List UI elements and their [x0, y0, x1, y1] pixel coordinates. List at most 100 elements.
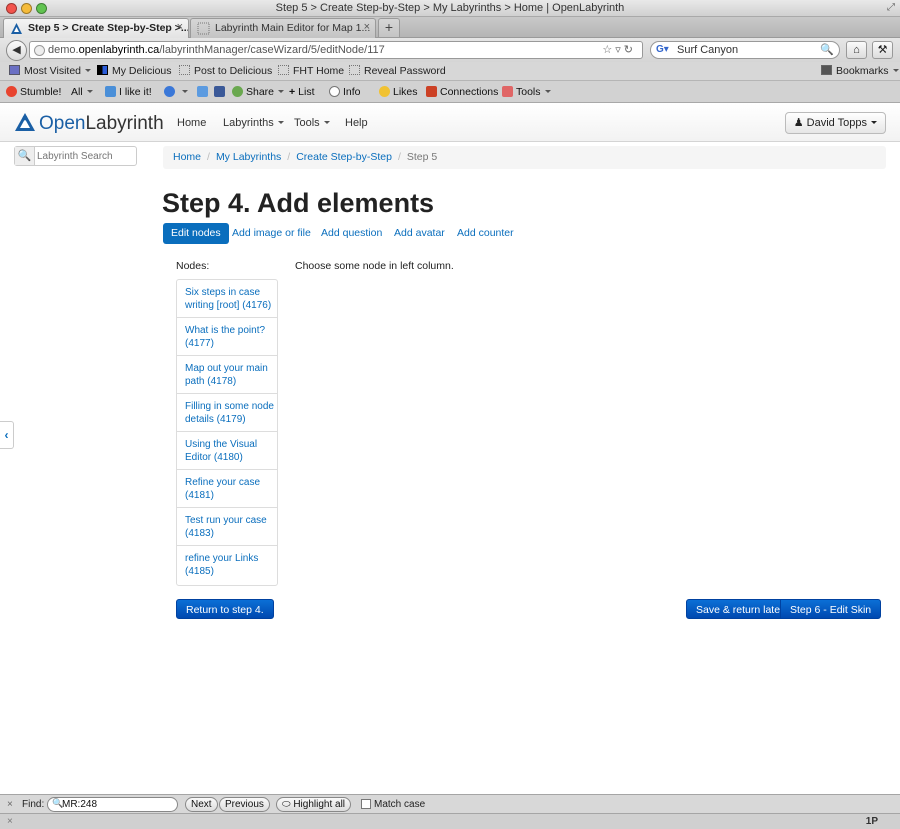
- breadcrumb-my-labyrinths[interactable]: My Labyrinths: [216, 151, 281, 163]
- back-button[interactable]: ◀: [6, 40, 27, 61]
- search-bar[interactable]: G▾ Surf Canyon 🔍: [650, 41, 840, 59]
- info-button[interactable]: Info: [329, 86, 361, 98]
- node-item-4183[interactable]: Test run your case (4183): [177, 508, 277, 546]
- node-item-4185[interactable]: refine your Links (4185): [177, 546, 277, 584]
- nav-home[interactable]: Home: [177, 117, 206, 129]
- find-bar: × Find: 🔍 MR:248 Next Previous ⬭ Highlig…: [0, 794, 900, 813]
- browser-toolbar: ◀ demo.openlabyrinth.ca/labyrinthManager…: [0, 38, 900, 62]
- breadcrumb-home[interactable]: Home: [173, 151, 201, 163]
- breadcrumb-create-step-by-step[interactable]: Create Step-by-Step: [296, 151, 392, 163]
- hand-icon: [379, 86, 390, 97]
- tab-add-avatar[interactable]: Add avatar: [394, 223, 445, 244]
- i-like-it-button[interactable]: I like it!: [105, 86, 152, 98]
- bookmark-post-to-delicious[interactable]: Post to Delicious: [179, 65, 272, 77]
- highlight-all-button[interactable]: ⬭ Highlight all: [276, 797, 352, 812]
- facebook-icon: [214, 86, 225, 97]
- find-previous-button[interactable]: Previous: [219, 797, 270, 812]
- breadcrumb: Home / My Labyrinths / Create Step-by-Step / S…: [163, 146, 886, 169]
- user-icon: ♟: [793, 117, 804, 129]
- search-bar-value: Surf Canyon: [677, 44, 739, 56]
- site-identity-icon[interactable]: [34, 45, 45, 56]
- page-favicon-icon: [197, 22, 210, 35]
- node-item-4176[interactable]: Six steps in case writing [root] (4176): [177, 280, 277, 318]
- nav-tools[interactable]: Tools: [294, 117, 330, 129]
- url-bar[interactable]: demo.openlabyrinth.ca/labyrinthManager/c…: [29, 41, 643, 59]
- page-icon: [349, 65, 360, 75]
- delicious-icon: [97, 65, 108, 75]
- bookmark-reveal-password[interactable]: Reveal Password: [349, 65, 446, 77]
- addon-toolbar: Stumble! All I like it! Share + List Info…: [0, 81, 900, 103]
- folder-icon: [9, 65, 20, 75]
- find-next-button[interactable]: Next: [185, 797, 218, 812]
- tab-add-question[interactable]: Add question: [321, 223, 382, 244]
- match-case-checkbox[interactable]: [361, 799, 371, 809]
- bookmarks-icon: [821, 65, 832, 75]
- step6-edit-skin-button[interactable]: Step 6 - Edit Skin: [780, 599, 882, 619]
- node-item-4181[interactable]: Refine your case (4181): [177, 470, 277, 508]
- return-to-step4-button[interactable]: Return to step 4.: [176, 599, 274, 619]
- stumbleupon-icon: [6, 86, 17, 97]
- labyrinth-search-input[interactable]: [37, 148, 133, 164]
- labyrinth-logo-icon: [15, 113, 35, 131]
- new-tab-button[interactable]: +: [378, 18, 400, 37]
- tab-edit-nodes[interactable]: Edit nodes: [163, 223, 229, 244]
- close-status-icon[interactable]: ×: [7, 816, 13, 827]
- node-item-4177[interactable]: What is the point? (4177): [177, 318, 277, 356]
- tag-button[interactable]: [197, 86, 211, 98]
- tab-label: Labyrinth Main Editor for Map 1...: [215, 22, 371, 34]
- page-title: Step 4. Add elements: [162, 188, 435, 218]
- node-item-4180[interactable]: Using the Visual Editor (4180): [177, 432, 277, 470]
- share-button[interactable]: Share: [232, 86, 285, 98]
- likes-button[interactable]: Likes: [379, 86, 418, 98]
- search-icon: 🔍: [52, 798, 64, 808]
- search-icon[interactable]: 🔍: [15, 147, 35, 165]
- sidebar-collapse-chevron-left-icon[interactable]: ‹: [0, 421, 14, 449]
- url-domain: openlabyrinth.ca: [78, 44, 160, 56]
- bookmark-my-delicious[interactable]: My Delicious: [97, 65, 172, 77]
- tab-step5[interactable]: Step 5 > Create Step-by-Step >... ×: [3, 18, 189, 38]
- chevron-down-icon: [323, 121, 330, 124]
- close-find-bar-icon[interactable]: ×: [7, 799, 13, 810]
- bookmark-fht-home[interactable]: FHT Home: [278, 65, 344, 77]
- tab-close-icon[interactable]: ×: [177, 21, 183, 33]
- chevron-down-icon: [892, 69, 899, 72]
- tools-addon-button[interactable]: Tools: [502, 86, 551, 98]
- list-button[interactable]: + List: [289, 86, 314, 98]
- user-menu-button[interactable]: ♟ David Topps: [784, 112, 886, 134]
- nav-help[interactable]: Help: [345, 117, 368, 129]
- location-button[interactable]: [164, 86, 188, 98]
- node-item-4178[interactable]: Map out your main path (4178): [177, 356, 277, 394]
- tab-add-counter[interactable]: Add counter: [457, 223, 514, 244]
- save-and-return-later-button[interactable]: Save & return later: [686, 599, 794, 619]
- find-label: Find:: [22, 799, 45, 810]
- bookmarks-menu[interactable]: Bookmarks: [821, 65, 899, 77]
- openlabyrinth-logo[interactable]: OpenLabyrinth: [14, 112, 164, 135]
- stumble-button[interactable]: Stumble!: [6, 86, 61, 98]
- tab-add-image-or-file[interactable]: Add image or file: [232, 223, 311, 244]
- node-item-4179[interactable]: Filling in some node details (4179): [177, 394, 277, 432]
- window-title: Step 5 > Create Step-by-Step > My Labyri…: [275, 2, 625, 14]
- share-icon: [232, 86, 243, 97]
- search-icon[interactable]: 🔍: [820, 43, 834, 56]
- search-engine-icon[interactable]: G▾: [656, 44, 669, 55]
- chevron-down-icon: [544, 90, 551, 93]
- find-input[interactable]: 🔍 MR:248: [47, 797, 178, 812]
- nav-labyrinths[interactable]: Labyrinths: [223, 117, 284, 129]
- highlight-icon: ⬭: [282, 799, 294, 810]
- bookmarks-toolbar: Most Visited My Delicious Post to Delici…: [0, 62, 900, 81]
- tab-main-editor[interactable]: Labyrinth Main Editor for Map 1... ×: [190, 18, 376, 38]
- fullscreen-icon[interactable]: ⤢: [887, 2, 895, 13]
- connections-button[interactable]: Connections: [426, 86, 498, 98]
- status-indicator: 1P: [865, 816, 878, 827]
- bookmark-most-visited[interactable]: Most Visited: [9, 65, 91, 77]
- home-button[interactable]: ⌂: [846, 41, 867, 59]
- tools-wrench-button[interactable]: ⚒: [872, 41, 893, 59]
- tab-close-icon[interactable]: ×: [364, 21, 370, 33]
- chevron-down-icon: [277, 121, 284, 124]
- people-icon: [426, 86, 437, 97]
- bookmark-star-icon[interactable]: ☆▿↻: [602, 43, 636, 56]
- facebook-button[interactable]: [214, 86, 228, 98]
- chevron-down-icon: [85, 69, 91, 72]
- all-dropdown[interactable]: All: [71, 86, 93, 98]
- chevron-down-icon: [86, 90, 93, 93]
